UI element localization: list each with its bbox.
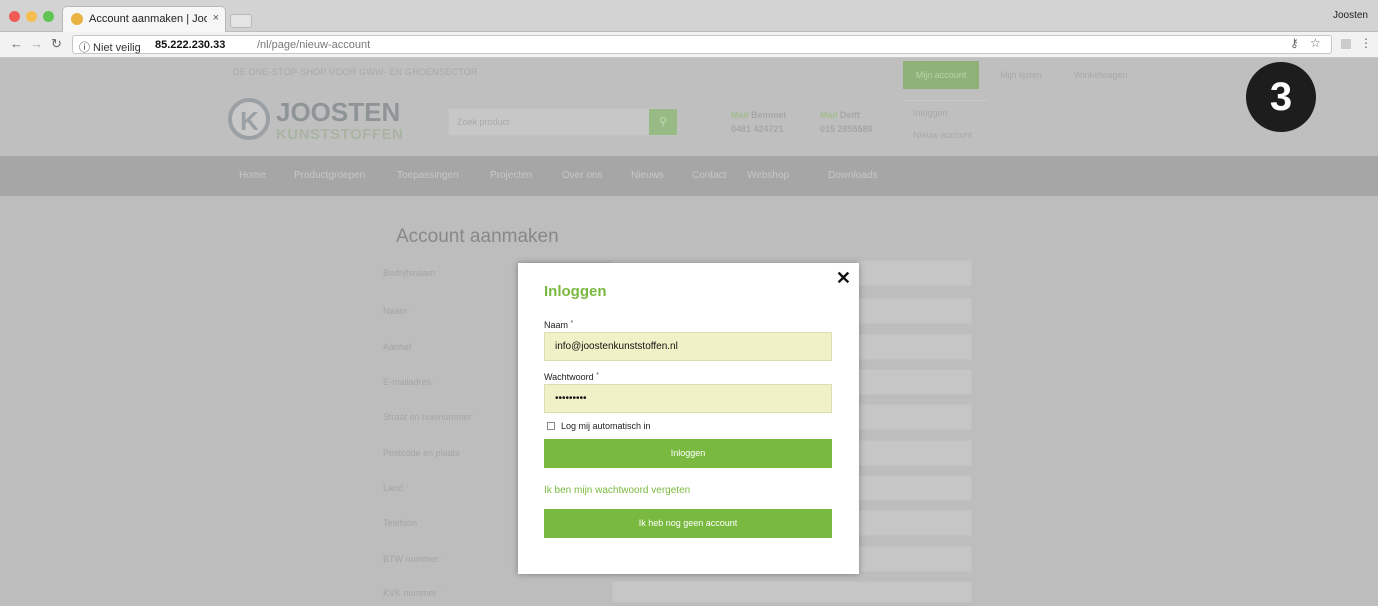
remember-checkbox[interactable]: [547, 422, 555, 430]
account-dropdown: Inloggen Nieuw account: [902, 100, 990, 146]
cart-link[interactable]: Winkelwagen: [1074, 70, 1128, 80]
label-straat: Straat en huisnummer *: [383, 412, 478, 422]
label-aanhef: Aanhef: [383, 342, 412, 352]
label-land: Land *: [383, 483, 410, 493]
browser-tab-strip: Account aanmaken | Joosten × Joosten: [0, 0, 1378, 32]
page-title: Account aanmaken: [396, 226, 559, 247]
logo-text-bottom[interactable]: KUNSTSTOFFEN: [276, 126, 403, 143]
menu-kebab-icon[interactable]: ⋮: [1360, 36, 1372, 50]
nav-productgroepen[interactable]: Productgroepen: [294, 170, 365, 181]
no-account-button[interactable]: Ik heb nog geen account: [544, 509, 832, 538]
nav-over-ons[interactable]: Over ons: [562, 170, 603, 181]
back-icon[interactable]: ←: [10, 36, 23, 51]
office-delft: Mail Delft 015 2855580: [820, 110, 873, 134]
login-link[interactable]: Inloggen: [913, 102, 972, 124]
favicon-icon: [71, 13, 83, 25]
nav-projecten[interactable]: Projecten: [490, 170, 532, 181]
my-lists-link[interactable]: Mijn lijsten: [1000, 70, 1042, 80]
password-label: Wachtwoord *: [544, 372, 599, 382]
nav-webshop[interactable]: Webshop: [747, 170, 789, 181]
new-account-link[interactable]: Nieuw account: [913, 124, 972, 146]
label-btw: BTW nummer *: [383, 554, 445, 564]
address-bar[interactable]: ⓘ Niet veilig 85.222.230.33 /nl/page/nie…: [72, 35, 1332, 54]
screenshot-frame: Account aanmaken | Joosten × Joosten ← →…: [0, 0, 1378, 606]
close-icon[interactable]: ✕: [836, 269, 851, 287]
tab-title: Account aanmaken | Joosten: [89, 13, 207, 25]
nav-toepassingen[interactable]: Toepassingen: [397, 170, 459, 181]
nav-downloads[interactable]: Downloads: [828, 170, 877, 181]
profile-name[interactable]: Joosten: [1333, 10, 1368, 21]
modal-title: Inloggen: [544, 283, 607, 300]
nav-contact[interactable]: Contact: [692, 170, 726, 181]
site-search-input[interactable]: Zoek product ⚲: [448, 108, 678, 136]
window-minimize-light[interactable]: [26, 11, 37, 22]
bookmark-star-icon[interactable]: ☆: [1310, 36, 1321, 50]
forgot-password-link[interactable]: Ik ben mijn wachtwoord vergeten: [544, 485, 690, 496]
label-bedrijfsnaam: Bedrijfsnaam *: [383, 268, 442, 278]
nav-nieuws[interactable]: Nieuws: [631, 170, 664, 181]
extension-icon[interactable]: [1341, 39, 1351, 49]
forward-icon[interactable]: →: [30, 36, 43, 51]
site-tagline: DE ONE-STOP-SHOP VOOR GWW- EN GROENSECTO…: [233, 67, 478, 77]
office-bemmel: Mail Bemmel 0481 424721: [731, 110, 787, 134]
label-naam: Naam *: [383, 306, 414, 316]
tab-close-icon[interactable]: ×: [213, 12, 219, 24]
window-zoom-light[interactable]: [43, 11, 54, 22]
name-label: Naam *: [544, 320, 574, 330]
remember-me[interactable]: Log mij automatisch in: [547, 421, 651, 431]
new-tab-button[interactable]: [230, 14, 252, 28]
browser-tab[interactable]: Account aanmaken | Joosten ×: [62, 6, 226, 32]
url-path: /nl/page/nieuw-account: [257, 39, 371, 51]
login-modal: ✕ Inloggen Naam * info@joostenkunststoff…: [518, 263, 859, 574]
label-email: E-mailadres *: [383, 377, 438, 387]
label-postcode: Postcode en plaats *: [383, 448, 466, 458]
step-badge: 3: [1246, 62, 1316, 132]
main-navigation: Home Productgroepen Toepassingen Project…: [0, 156, 1378, 196]
browser-toolbar: ← → ↻ ⓘ Niet veilig 85.222.230.33 /nl/pa…: [0, 32, 1378, 58]
remember-label: Log mij automatisch in: [561, 421, 651, 431]
security-indicator[interactable]: ⓘ Niet veilig: [79, 39, 141, 55]
my-account-button[interactable]: Mijn account: [903, 61, 979, 89]
logo-text-top[interactable]: JOOSTEN: [276, 97, 400, 128]
logo-icon[interactable]: K: [228, 98, 270, 140]
search-placeholder: Zoek product: [457, 117, 510, 127]
name-input[interactable]: info@joostenkunststoffen.nl: [544, 332, 832, 361]
password-input[interactable]: •••••••••: [544, 384, 832, 413]
field-kvk[interactable]: [612, 581, 972, 603]
search-button[interactable]: ⚲: [649, 109, 677, 135]
nav-home[interactable]: Home: [239, 170, 266, 181]
login-button[interactable]: Inloggen: [544, 439, 832, 468]
window-close-light[interactable]: [9, 11, 20, 22]
label-kvk: KVK nummer *: [383, 588, 443, 598]
label-telefoon: Telefoon: [383, 518, 418, 528]
reload-icon[interactable]: ↻: [51, 36, 62, 52]
url-host: 85.222.230.33: [155, 39, 226, 51]
key-icon[interactable]: ⚷: [1290, 36, 1299, 50]
